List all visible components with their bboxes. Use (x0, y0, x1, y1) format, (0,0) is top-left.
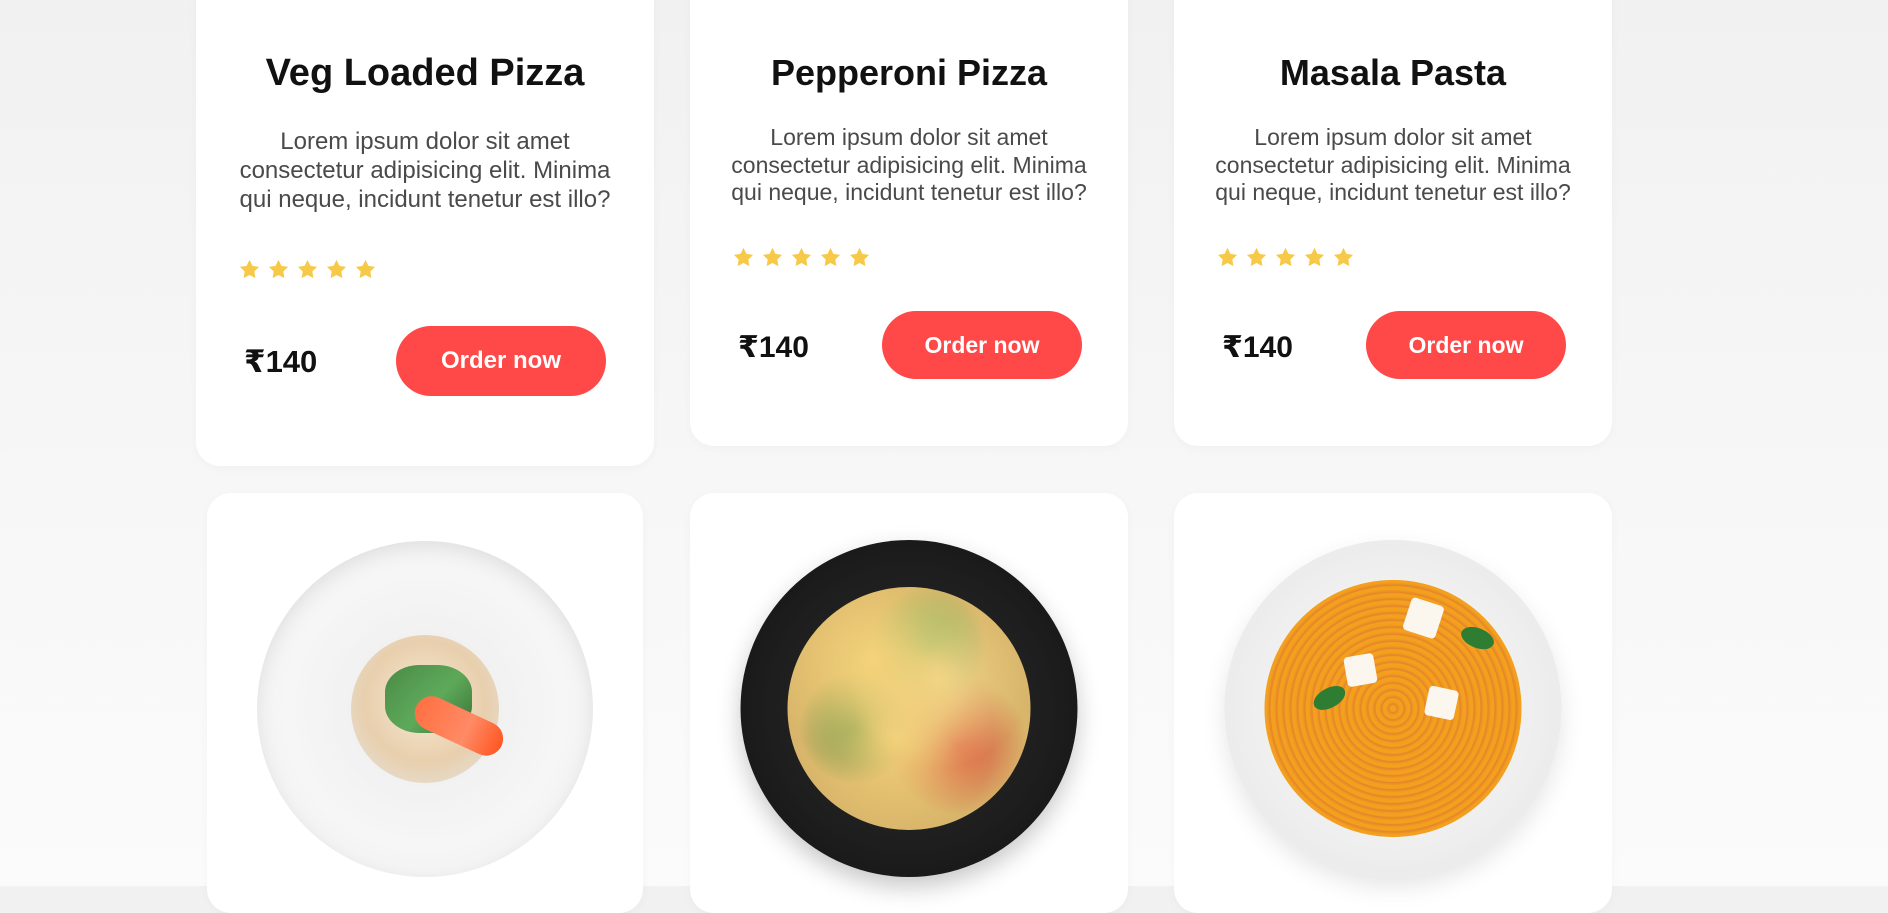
item-description: Lorem ipsum dolor sit amet consectetur a… (731, 124, 1087, 206)
rating-stars (238, 258, 377, 281)
order-now-button[interactable]: Order now (1366, 311, 1566, 379)
item-price: ₹140 (1222, 331, 1293, 364)
star-icon (733, 247, 754, 267)
star-icon (1275, 247, 1296, 267)
order-now-button[interactable]: Order now (882, 311, 1082, 379)
order-now-button[interactable]: Order now (396, 326, 606, 396)
star-icon (297, 259, 318, 279)
star-icon (791, 247, 812, 267)
penne-pasta (787, 587, 1031, 830)
item-description: Lorem ipsum dolor sit amet consectetur a… (1215, 124, 1571, 206)
menu-card-penne (690, 493, 1128, 913)
menu-card-masala-pasta: Masala Pasta Lorem ipsum dolor sit amet … (1174, 0, 1612, 446)
menu-card-risotto (207, 493, 643, 913)
menu-card-pepperoni-pizza: Pepperoni Pizza Lorem ipsum dolor sit am… (690, 0, 1128, 446)
item-description: Lorem ipsum dolor sit amet consectetur a… (239, 128, 611, 213)
star-icon (268, 259, 289, 279)
item-title: Pepperoni Pizza (770, 52, 1048, 93)
spaghetti-cheese (1343, 652, 1379, 688)
star-icon (762, 247, 783, 267)
rating-stars (1216, 246, 1355, 269)
spaghetti-plate-image (1224, 540, 1562, 877)
item-title: Masala Pasta (1279, 52, 1507, 93)
star-icon (849, 247, 870, 267)
spaghetti-noodles (1264, 580, 1522, 837)
risotto-plate-image (257, 541, 593, 877)
star-icon (820, 247, 841, 267)
star-icon (1333, 247, 1354, 267)
star-icon (1217, 247, 1238, 267)
star-icon (1246, 247, 1267, 267)
star-icon (355, 259, 376, 279)
item-title: Veg Loaded Pizza (265, 52, 585, 94)
rating-stars (732, 246, 871, 269)
item-price: ₹140 (244, 344, 318, 379)
menu-card-veg-loaded-pizza: Veg Loaded Pizza Lorem ipsum dolor sit a… (196, 0, 654, 466)
penne-bowl-image (740, 540, 1078, 877)
star-icon (326, 259, 347, 279)
star-icon (239, 259, 260, 279)
menu-card-spaghetti (1174, 493, 1612, 913)
item-price: ₹140 (738, 331, 809, 364)
star-icon (1304, 247, 1325, 267)
